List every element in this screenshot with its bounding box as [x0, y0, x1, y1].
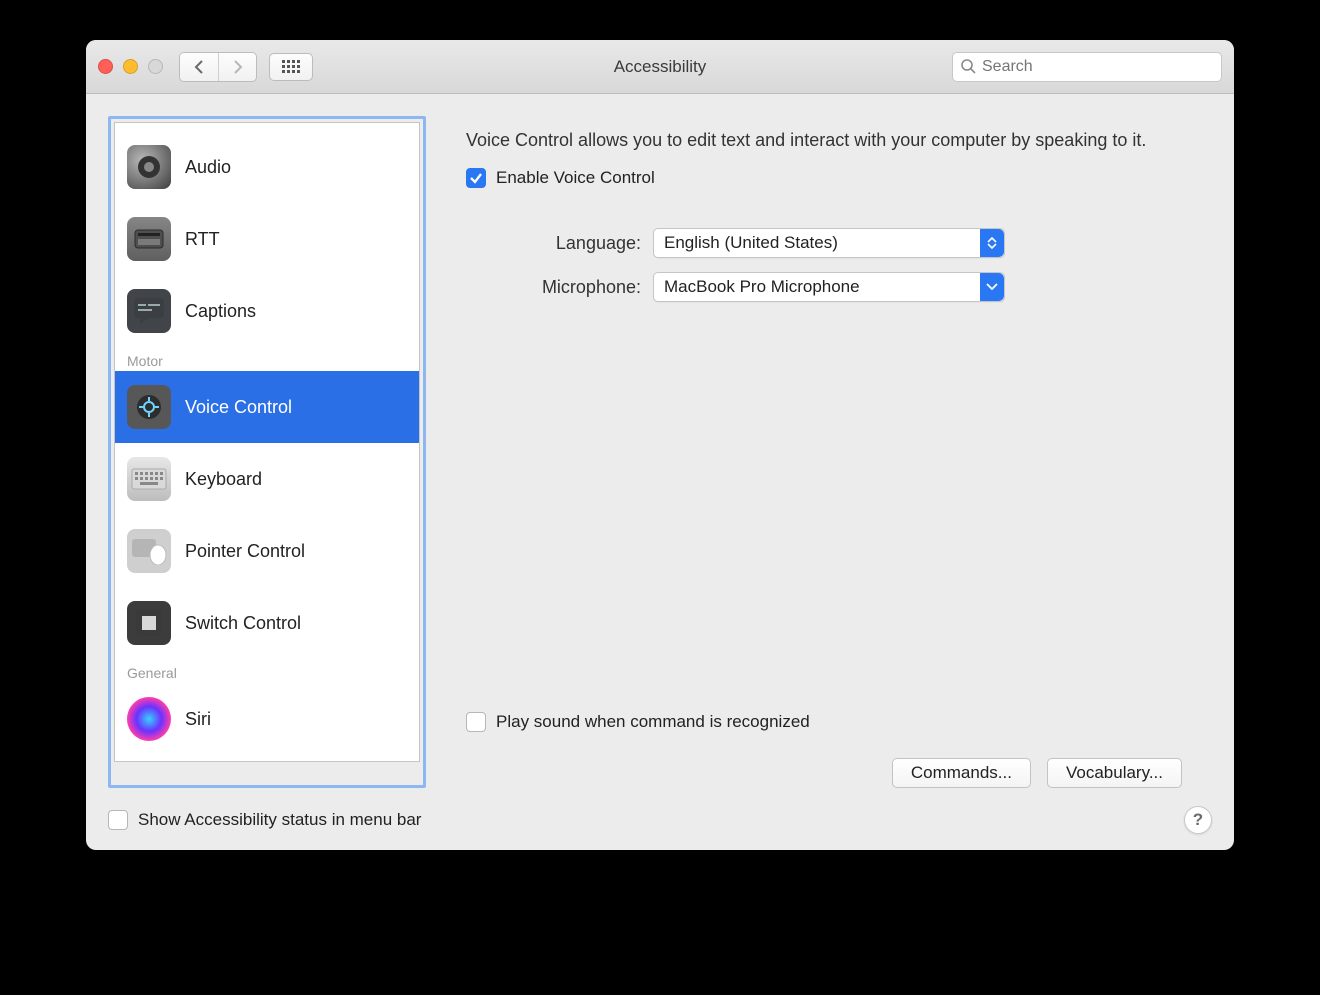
- siri-icon: [127, 697, 171, 741]
- commands-button[interactable]: Commands...: [892, 758, 1031, 788]
- sidebar-item-pointer-control[interactable]: Pointer Control: [115, 515, 419, 587]
- search-icon: [961, 59, 976, 74]
- pointer-control-icon: [127, 529, 171, 573]
- sidebar-group-general: General: [115, 659, 419, 683]
- forward-button: [218, 53, 256, 81]
- chevron-down-icon: [980, 273, 1004, 301]
- checkmark-icon: [469, 171, 483, 185]
- help-button[interactable]: ?: [1184, 806, 1212, 834]
- sidebar-item-keyboard[interactable]: Keyboard: [115, 443, 419, 515]
- nav-segment: [179, 52, 257, 82]
- play-sound-row: Play sound when command is recognized: [466, 712, 1182, 732]
- enable-voice-control-label: Enable Voice Control: [496, 168, 655, 188]
- back-button[interactable]: [180, 53, 218, 81]
- play-sound-label: Play sound when command is recognized: [496, 712, 810, 732]
- language-value: English (United States): [664, 233, 838, 253]
- sidebar-focus-ring: Audio RTT Captions Motor: [108, 116, 426, 788]
- switch-control-icon: [127, 601, 171, 645]
- grid-icon: [282, 60, 300, 74]
- microphone-select[interactable]: MacBook Pro Microphone: [653, 272, 1005, 302]
- zoom-window-button: [148, 59, 163, 74]
- stepper-arrows-icon: [980, 229, 1004, 257]
- close-window-button[interactable]: [98, 59, 113, 74]
- language-select[interactable]: English (United States): [653, 228, 1005, 258]
- sidebar-item-label: Siri: [185, 709, 211, 730]
- sidebar-item-voice-control[interactable]: Voice Control: [115, 371, 419, 443]
- window-body: Audio RTT Captions Motor: [86, 94, 1234, 850]
- sidebar-item-label: Keyboard: [185, 469, 262, 490]
- microphone-value: MacBook Pro Microphone: [664, 277, 860, 297]
- window-controls: [98, 59, 163, 74]
- preferences-window: Accessibility Audio: [86, 40, 1234, 850]
- description-text: Voice Control allows you to edit text an…: [466, 128, 1182, 152]
- sidebar-item-label: Audio: [185, 157, 231, 178]
- sidebar-item-rtt[interactable]: RTT: [115, 203, 419, 275]
- sidebar-item-label: RTT: [185, 229, 220, 250]
- voice-control-icon: [127, 385, 171, 429]
- sidebar-item-siri[interactable]: Siri: [115, 683, 419, 755]
- sidebar-item-label: Captions: [185, 301, 256, 322]
- search-field[interactable]: [952, 52, 1222, 82]
- show-status-checkbox[interactable]: [108, 810, 128, 830]
- sidebar-item-audio[interactable]: Audio: [115, 131, 419, 203]
- enable-voice-control-checkbox[interactable]: [466, 168, 486, 188]
- language-label: Language:: [466, 233, 641, 254]
- footer: Show Accessibility status in menu bar ?: [108, 806, 1212, 834]
- sidebar-item-captions[interactable]: Captions: [115, 275, 419, 347]
- play-sound-checkbox[interactable]: [466, 712, 486, 732]
- titlebar: Accessibility: [86, 40, 1234, 94]
- sidebar-item-label: Voice Control: [185, 397, 292, 418]
- sidebar-item-label: Pointer Control: [185, 541, 305, 562]
- search-input[interactable]: [982, 58, 1213, 76]
- sidebar-item-switch-control[interactable]: Switch Control: [115, 587, 419, 659]
- sidebar-group-motor: Motor: [115, 347, 419, 371]
- rtt-icon: [127, 217, 171, 261]
- vocabulary-button[interactable]: Vocabulary...: [1047, 758, 1182, 788]
- microphone-label: Microphone:: [466, 277, 641, 298]
- content-pane: Voice Control allows you to edit text an…: [426, 116, 1212, 788]
- audio-icon: [127, 145, 171, 189]
- sidebar-item-label: Switch Control: [185, 613, 301, 634]
- sidebar[interactable]: Audio RTT Captions Motor: [114, 122, 420, 762]
- show-all-button[interactable]: [269, 53, 313, 81]
- show-status-label: Show Accessibility status in menu bar: [138, 810, 421, 830]
- enable-voice-control-row: Enable Voice Control: [466, 168, 1182, 188]
- keyboard-icon: [127, 457, 171, 501]
- captions-icon: [127, 289, 171, 333]
- minimize-window-button[interactable]: [123, 59, 138, 74]
